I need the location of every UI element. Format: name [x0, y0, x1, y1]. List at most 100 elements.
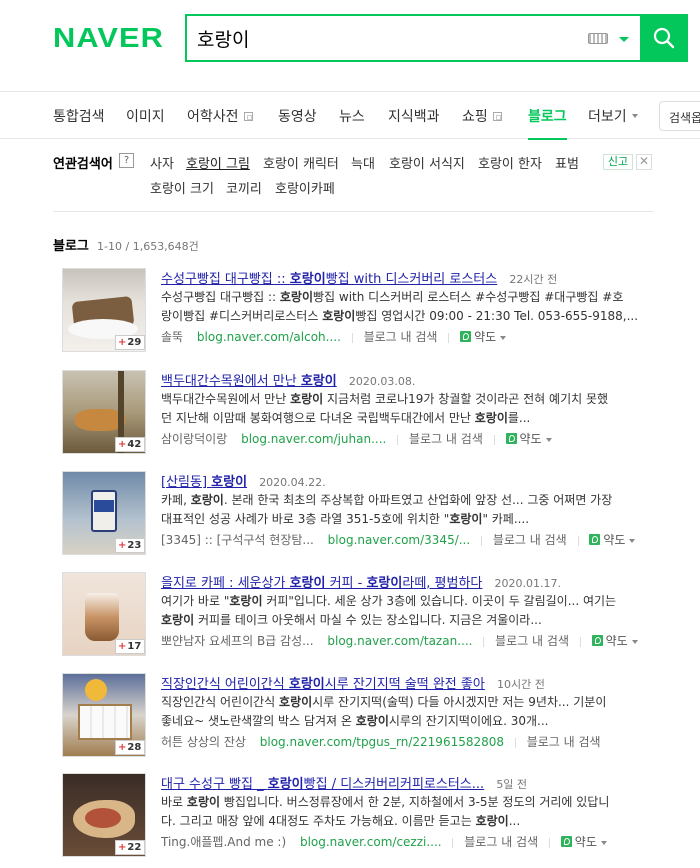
result-title-line: [산림동] 호랑이 2020.04.22.: [161, 471, 700, 490]
tab-dictionary[interactable]: 어학사전: [187, 106, 253, 126]
chevron-down-icon[interactable]: [619, 37, 629, 42]
in-blog-search-link[interactable]: 블로그 내 검색: [464, 835, 538, 849]
section-title: 블로그: [53, 239, 89, 254]
chevron-down-icon: [500, 335, 507, 340]
map-button[interactable]: 약도: [560, 835, 607, 849]
result-meta: [3345] :: [구석구석 현장탐... blog.naver.com/33…: [161, 531, 700, 548]
result-title[interactable]: 백두대간수목원에서 만난 호랑이: [161, 374, 337, 389]
blog-author[interactable]: [3345] :: [구석구석 현장탐...: [161, 533, 314, 547]
related-item[interactable]: 호랑이 캐릭터: [263, 153, 339, 172]
related-item[interactable]: 사자: [150, 153, 174, 172]
separator: [493, 434, 495, 445]
result-thumbnail[interactable]: +23: [62, 471, 146, 555]
desc-line: 여기가 바로 "호랑이 커피"입니다. 세운 상가 3층에 있습니다. 이곳이 …: [161, 594, 617, 608]
image-count: 42: [127, 439, 142, 450]
blog-result: +23 [산림동] 호랑이 2020.04.22. 카페, 호랑이. 본래 한국…: [62, 471, 700, 555]
naver-logo[interactable]: NAVER: [53, 22, 164, 54]
related-item[interactable]: 코끼리: [226, 178, 262, 197]
tab-more[interactable]: 더보기: [588, 106, 638, 126]
map-button[interactable]: 약도: [505, 432, 552, 446]
tab-label: 쇼핑: [462, 109, 488, 125]
in-blog-search-link[interactable]: 블로그 내 검색: [364, 330, 438, 344]
map-icon: [560, 836, 572, 847]
close-icon[interactable]: ✕: [636, 154, 652, 170]
image-count: 28: [127, 742, 142, 753]
image-count-badge: +22: [115, 840, 145, 855]
in-blog-search-link[interactable]: 블로그 내 검색: [527, 735, 601, 749]
desc-line: 직장인간식 어린이간식 호랑이시루 잔기지떡(술떡) 다들 아시겠지만 저는 9…: [161, 695, 607, 709]
map-button[interactable]: 약도: [460, 330, 507, 344]
blog-url[interactable]: blog.naver.com/tpgus_rn/221961582808: [260, 735, 504, 749]
blog-url[interactable]: blog.naver.com/alcoh....: [197, 330, 341, 344]
map-icon: [589, 534, 601, 545]
separator: [351, 332, 353, 343]
related-item[interactable]: 늑대: [351, 153, 375, 172]
result-description: 백두대간수목원에서 만난 호랑이 지금처럼 코로나19가 창궐할 것이라곤 전혀…: [161, 390, 700, 430]
desc-line: 랑이빵집 #디스커버리로스터스 호랑이빵집 영업시간 09:00 - 21:30…: [161, 309, 639, 323]
tab-all[interactable]: 통합검색: [53, 106, 105, 126]
result-title[interactable]: [산림동] 호랑이: [161, 475, 247, 490]
in-blog-search-link[interactable]: 블로그 내 검색: [493, 533, 567, 547]
result-description: 카페, 호랑이. 본래 한국 최초의 주상복합 아파트였고 산업화에 앞장 선.…: [161, 491, 700, 531]
search-button[interactable]: [640, 14, 688, 62]
image-count-badge: +29: [115, 335, 145, 350]
help-icon[interactable]: ?: [119, 153, 134, 168]
result-date: 10시간 전: [496, 678, 545, 691]
related-item[interactable]: 호랑이 한자: [478, 153, 542, 172]
image-count-badge: +23: [115, 538, 145, 553]
result-title-line: 수성구빵집 대구빵집 :: 호랑이빵집 with 디스커버리 로스터스 22시간…: [161, 268, 700, 287]
tab-news[interactable]: 뉴스: [339, 106, 365, 126]
result-date: 22시간 전: [509, 273, 558, 286]
tab-label: 통합검색: [53, 109, 105, 125]
related-item[interactable]: 호랑이카페: [275, 178, 335, 197]
tab-blog[interactable]: 블로그: [528, 106, 567, 140]
result-meta: 솔뚝 blog.naver.com/alcoh.... 블로그 내 검색 약도: [161, 328, 700, 345]
desc-line: 좋네요~ 샛노란색깔의 박스 담겨져 온 호랑이시루의 잔기지떡이에요. 30개…: [161, 714, 549, 728]
in-blog-search-link[interactable]: 블로그 내 검색: [495, 634, 569, 648]
search-input[interactable]: [197, 24, 577, 52]
result-thumbnail[interactable]: +42: [62, 370, 146, 454]
tab-label: 뉴스: [339, 109, 365, 125]
blog-url[interactable]: blog.naver.com/tazan....: [327, 634, 472, 648]
tab-video[interactable]: 동영상: [278, 106, 317, 126]
blog-author[interactable]: 뽀얀남자 요세프의 B급 감성...: [161, 634, 314, 648]
map-label: 약도: [474, 330, 497, 344]
desc-line: 수성구빵집 대구빵집 :: 호랑이빵집 with 디스커버리 로스터스 #수성구…: [161, 290, 624, 304]
result-thumbnail[interactable]: +29: [62, 268, 146, 352]
tab-images[interactable]: 이미지: [126, 106, 165, 126]
related-item[interactable]: 호랑이 서식지: [389, 153, 465, 172]
blog-author[interactable]: 허튼 상상의 잔상: [161, 735, 246, 749]
result-thumbnail[interactable]: +22: [62, 773, 146, 857]
related-item[interactable]: 표범: [555, 153, 579, 172]
related-item[interactable]: 호랑이 크기: [150, 178, 214, 197]
result-title[interactable]: 을지로 카페 : 세운상가 호랑이 커피 - 호랑이라떼, 평범하다: [161, 576, 482, 591]
related-item[interactable]: 호랑이 그림: [186, 153, 250, 172]
map-button[interactable]: 약도: [589, 533, 636, 547]
result-title[interactable]: 대구 수성구 빵집 _ 호랑이빵집 / 디스커버리커피로스터스...: [161, 777, 484, 792]
result-title[interactable]: 수성구빵집 대구빵집 :: 호랑이빵집 with 디스커버리 로스터스: [161, 272, 497, 287]
result-title[interactable]: 직장인간식 어린이간식 호랑이시루 잔기지떡 술떡 완전 좋아: [161, 677, 485, 692]
detail-search-button[interactable]: 검색옵: [659, 101, 700, 131]
map-icon: [460, 331, 472, 342]
blog-url[interactable]: blog.naver.com/juhan....: [241, 432, 386, 446]
blog-author[interactable]: Ting.애플펩.And me :): [161, 835, 286, 849]
in-blog-search-link[interactable]: 블로그 내 검색: [409, 432, 483, 446]
tab-shopping[interactable]: 쇼핑: [462, 106, 502, 126]
result-meta: Ting.애플펩.And me :) blog.naver.com/cezzi.…: [161, 833, 700, 850]
tab-label: 더보기: [588, 109, 627, 125]
result-title-line: 을지로 카페 : 세운상가 호랑이 커피 - 호랑이라떼, 평범하다 2020.…: [161, 572, 700, 591]
tab-encyclopedia[interactable]: 지식백과: [388, 106, 440, 126]
desc-line: 호랑이 커피를 테이크 아웃해서 마실 수 있는 장소입니다. 지금은 겨울이라…: [161, 613, 542, 627]
blog-url[interactable]: blog.naver.com/3345/...: [328, 533, 471, 547]
result-description: 수성구빵집 대구빵집 :: 호랑이빵집 with 디스커버리 로스터스 #수성구…: [161, 288, 700, 328]
keyboard-icon[interactable]: [588, 33, 608, 44]
blog-author[interactable]: 솔뚝: [161, 330, 183, 344]
result-thumbnail[interactable]: +28: [62, 673, 146, 757]
map-label: 약도: [603, 533, 626, 547]
blog-author[interactable]: 삼이랑덕이랑: [161, 432, 227, 446]
blog-url[interactable]: blog.naver.com/cezzi....: [300, 835, 442, 849]
image-count: 17: [127, 641, 142, 652]
result-thumbnail[interactable]: +17: [62, 572, 146, 656]
map-button[interactable]: 약도: [591, 634, 638, 648]
report-button[interactable]: 신고: [603, 154, 633, 170]
